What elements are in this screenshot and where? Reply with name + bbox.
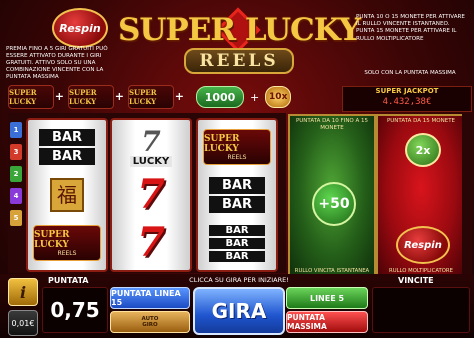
lines-button[interactable]: LINEE 5 bbox=[286, 287, 368, 309]
slot-game-screen: Respin PREMIA FINO A 5 GIRI GRATUITI PUÒ… bbox=[0, 0, 474, 338]
max-bet-button[interactable]: PUNTATA MASSIMA bbox=[286, 311, 368, 333]
symbol-lucky-seven: 7 LUCKY bbox=[116, 124, 186, 170]
plus-sign: + bbox=[114, 90, 124, 103]
mini-logo-label: SUPER LUCKY bbox=[9, 88, 37, 106]
reel-3: SUPER LUCKY REELS BAR BAR BAR BAR BAR bbox=[196, 118, 278, 272]
bar-symbol: BAR bbox=[209, 237, 265, 249]
payline-marker[interactable]: 4 bbox=[10, 188, 22, 204]
wild-title: SUPER LUCKY bbox=[34, 229, 70, 250]
symbol-wild: SUPER LUCKY REELS bbox=[202, 124, 272, 170]
autoplay-button[interactable]: AUTO GIRO bbox=[110, 311, 190, 333]
spin-hint: CLICCA SU GIRA PER INIZIARE! bbox=[189, 276, 289, 284]
seven-symbol: 7 bbox=[137, 171, 165, 218]
symbol-fu: 福 bbox=[32, 172, 102, 218]
wild-title: SUPER LUCKY bbox=[204, 133, 240, 154]
symbol-bar-double: BAR BAR bbox=[202, 172, 272, 218]
side-panel-edge bbox=[462, 114, 472, 274]
jackpot-label: SUPER JACKPOT bbox=[375, 87, 439, 95]
respin-logo: Respin bbox=[52, 8, 108, 48]
super-jackpot: SUPER JACKPOT 4.432,38€ bbox=[342, 86, 472, 112]
multiplier-reel: PUNTATA DA 15 MONETE 2x Respin RULLO MOL… bbox=[376, 114, 466, 278]
game-title: SUPER LUCKY bbox=[118, 12, 361, 48]
instant-win-title: PUNTATA DA 10 FINO A 15 MONETE bbox=[295, 118, 369, 131]
symbol-bar-double: BAR BAR bbox=[32, 124, 102, 170]
mini-logo-1: SUPER LUCKY + bbox=[8, 85, 64, 109]
bar-symbol: BAR bbox=[209, 196, 265, 213]
spin-button[interactable]: GIRA bbox=[193, 287, 285, 335]
fu-tile: 福 bbox=[50, 178, 84, 212]
jackpot-value: 4.432,38€ bbox=[382, 97, 432, 107]
win-display bbox=[372, 287, 470, 333]
promo-text-left: PREMIA FINO A 5 GIRI GRATUITI PUÒ ESSERE… bbox=[6, 46, 108, 80]
wild-sub: REELS bbox=[57, 249, 77, 257]
win-label: VINCITE bbox=[398, 276, 434, 285]
bar-symbol: BAR bbox=[39, 148, 95, 165]
autoplay-label-2: GIRO bbox=[142, 322, 158, 328]
prize-strip: SUPER LUCKY + SUPER LUCKY + SUPER LUCKY + 1… bbox=[8, 84, 336, 110]
reel-1: BAR BAR 福 SUPER LUCKY REELS bbox=[26, 118, 108, 272]
info-button[interactable]: i bbox=[8, 278, 38, 306]
payline-markers: 1 3 2 4 5 bbox=[10, 122, 24, 232]
line-bet-button[interactable]: PUNTATA LINEA 15 bbox=[110, 287, 190, 309]
payline-marker[interactable]: 1 bbox=[10, 122, 22, 138]
mini-logo-label: SUPER LUCKY bbox=[129, 88, 157, 106]
bet-label: PUNTATA bbox=[48, 276, 89, 285]
wild-sub: REELS bbox=[227, 153, 247, 161]
symbol-bar-triple: BAR BAR BAR bbox=[202, 220, 272, 266]
seven-symbol: 7 bbox=[141, 124, 161, 158]
game-subtitle: REELS bbox=[184, 48, 294, 74]
bar-symbol: BAR bbox=[209, 177, 265, 194]
bet-value: 0,75 bbox=[42, 287, 108, 333]
plus-sign: + bbox=[174, 90, 184, 103]
symbol-red-seven: 7 bbox=[116, 172, 186, 218]
payline-marker[interactable]: 3 bbox=[10, 144, 22, 160]
max-bet-note: SOLO CON LA PUNTATA MASSIMA bbox=[364, 70, 456, 76]
payline-marker[interactable]: 2 bbox=[10, 166, 22, 182]
multiplier-title: PUNTATA DA 15 MONETE bbox=[386, 118, 456, 124]
seven-symbol: 7 bbox=[137, 219, 165, 266]
mini-logo-label: SUPER LUCKY bbox=[69, 88, 97, 106]
plus-sign: + bbox=[250, 90, 260, 104]
multiplier-pill: 10x bbox=[265, 86, 292, 108]
respin-badge: Respin bbox=[396, 226, 450, 264]
coin-value-button[interactable]: 0,01€ bbox=[8, 310, 38, 336]
instant-win-badge: +50 bbox=[312, 182, 356, 226]
bonus-pill: 1000 bbox=[196, 86, 244, 108]
instant-win-reel: PUNTATA DA 10 FINO A 15 MONETE +50 RULLO… bbox=[288, 114, 376, 278]
lucky-label: LUCKY bbox=[129, 155, 173, 167]
symbol-red-seven: 7 bbox=[116, 220, 186, 266]
payline-marker[interactable]: 5 bbox=[10, 210, 22, 226]
bar-symbol: BAR bbox=[39, 129, 95, 146]
mini-logo-3: SUPER LUCKY + bbox=[128, 85, 184, 109]
bar-symbol: BAR bbox=[209, 250, 265, 262]
promo-text-right: PUNTA 10 O 15 MONETE PER ATTIVARE IL RUL… bbox=[356, 14, 465, 42]
plus-sign: + bbox=[54, 90, 64, 103]
bar-symbol: BAR bbox=[209, 224, 265, 236]
multiplier-badge: 2x bbox=[405, 133, 441, 167]
symbol-wild: SUPER LUCKY REELS bbox=[32, 220, 102, 266]
reel-2: 7 LUCKY 7 7 bbox=[110, 118, 192, 272]
mini-logo-2: SUPER LUCKY + bbox=[68, 85, 124, 109]
